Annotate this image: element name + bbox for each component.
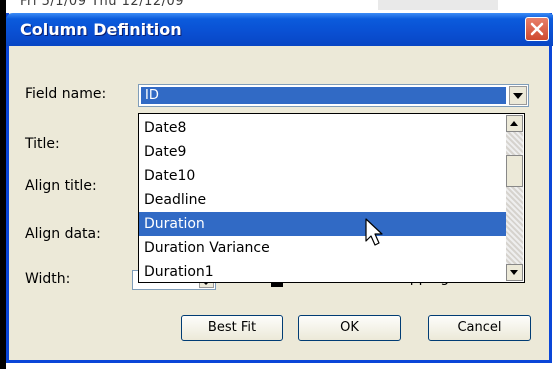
scroll-thumb[interactable] <box>506 155 523 187</box>
scroll-down-button[interactable] <box>506 264 523 281</box>
dropdown-item[interactable]: Date10 <box>139 164 509 188</box>
column-definition-dialog: Column Definition Field name: Title: Ali… <box>6 13 553 363</box>
dropdown-item[interactable]: Date9 <box>139 140 509 164</box>
window-title: Column Definition <box>20 20 182 39</box>
field-name-label: Field name: <box>25 86 107 102</box>
field-name-combobox[interactable]: ID <box>138 84 529 107</box>
field-name-value: ID <box>141 87 506 104</box>
dropdown-item-selected[interactable]: Duration <box>139 212 509 236</box>
dropdown-items: Date8 Date9 Date10 Deadline Duration Dur… <box>139 116 509 284</box>
dropdown-item[interactable]: Date8 <box>139 116 509 140</box>
dropdown-item[interactable]: Duration Variance <box>139 236 509 260</box>
chevron-down-icon <box>510 270 518 275</box>
title-label: Title: <box>25 136 60 152</box>
close-icon <box>530 22 544 36</box>
cancel-button[interactable]: Cancel <box>428 315 531 341</box>
dropdown-item[interactable]: Duration1 <box>139 260 509 284</box>
scroll-up-button[interactable] <box>506 115 523 132</box>
width-label: Width: <box>25 271 71 287</box>
dropdown-scrollbar[interactable] <box>506 115 523 281</box>
field-name-dropdown-button[interactable] <box>509 86 527 105</box>
ok-button[interactable]: OK <box>298 315 401 341</box>
mouse-pointer-icon <box>365 218 383 246</box>
dropdown-item[interactable]: Deadline <box>139 188 509 212</box>
close-button[interactable] <box>525 17 549 41</box>
background-cell <box>378 0 498 10</box>
align-title-label: Align title: <box>25 178 97 194</box>
background-row-text: Fri 5/1/09 Thu 12/12/09 <box>20 0 185 9</box>
best-fit-button[interactable]: Best Fit <box>181 315 283 341</box>
align-data-label: Align data: <box>25 226 101 242</box>
chevron-down-icon <box>513 93 523 99</box>
background-row: Fri 5/1/09 Thu 12/12/09 <box>0 0 553 14</box>
chevron-up-icon <box>510 121 518 126</box>
field-name-dropdown-list[interactable]: Date8 Date9 Date10 Deadline Duration Dur… <box>138 113 525 283</box>
title-bar[interactable]: Column Definition <box>6 13 553 46</box>
